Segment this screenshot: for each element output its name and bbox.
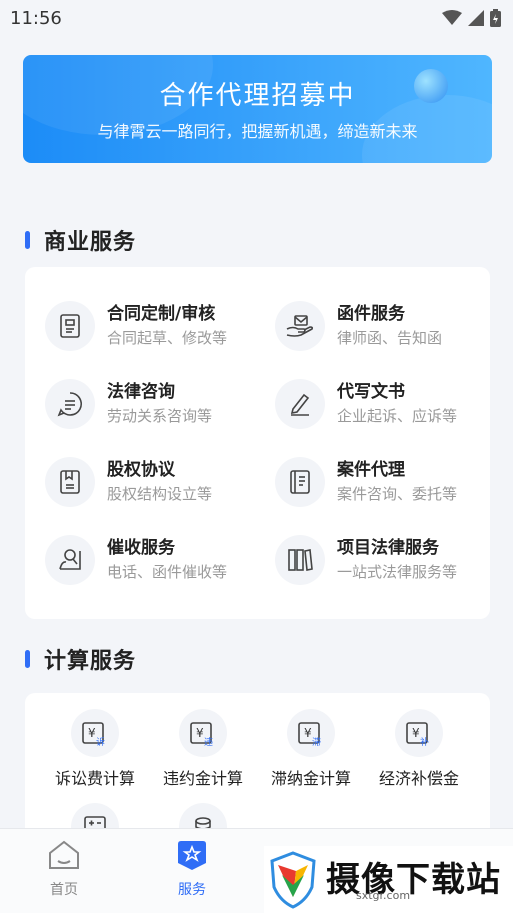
service-writing[interactable]: 代写文书 企业起诉、应诉等 bbox=[275, 376, 495, 432]
section-title: 计算服务 bbox=[44, 649, 137, 674]
service-desc: 电话、函件催收等 bbox=[107, 563, 228, 581]
service-title: 代写文书 bbox=[337, 382, 405, 402]
home-icon bbox=[49, 840, 79, 869]
compensation-calc-icon: ¥ 补 bbox=[395, 709, 443, 757]
wifi-icon bbox=[442, 10, 462, 25]
svg-text:¥: ¥ bbox=[304, 726, 312, 740]
svg-text:滞: 滞 bbox=[312, 737, 321, 746]
service-title: 案件代理 bbox=[337, 460, 405, 480]
contract-doc-icon bbox=[45, 301, 95, 351]
section-accent-bar bbox=[25, 650, 30, 668]
agreement-doc-icon bbox=[45, 457, 95, 507]
chat-bubble-icon bbox=[45, 379, 95, 429]
service-desc: 合同起草、修改等 bbox=[107, 329, 228, 347]
service-desc: 劳动关系咨询等 bbox=[107, 407, 213, 425]
nav-label: 首页 bbox=[50, 882, 78, 898]
service-desc: 股权结构设立等 bbox=[107, 485, 213, 503]
calc-label: 滞纳金计算 bbox=[270, 769, 351, 788]
calc-penalty[interactable]: ¥ 违 违约金计算 bbox=[149, 709, 257, 789]
hand-letter-icon bbox=[275, 301, 325, 351]
service-project[interactable]: 项目法律服务 一站式法律服务等 bbox=[275, 532, 495, 588]
nav-service[interactable]: 服务 bbox=[152, 839, 232, 899]
status-bar: 11:56 bbox=[0, 0, 513, 36]
section-business-header: 商业服务 bbox=[25, 224, 136, 256]
service-equity[interactable]: 股权协议 股权结构设立等 bbox=[45, 454, 265, 510]
service-desc: 律师函、告知函 bbox=[337, 329, 443, 347]
service-collection[interactable]: 催收服务 电话、函件催收等 bbox=[45, 532, 265, 588]
calc-label: 违约金计算 bbox=[162, 769, 243, 788]
pen-icon bbox=[275, 379, 325, 429]
status-icons bbox=[442, 9, 501, 27]
calc-label: 诉讼费计算 bbox=[54, 769, 135, 788]
svg-text:¥: ¥ bbox=[412, 726, 420, 740]
watermark-url: sxtgr.com bbox=[356, 889, 411, 902]
nav-label: 服务 bbox=[178, 882, 206, 898]
service-title: 项目法律服务 bbox=[337, 538, 439, 558]
watermark-text: 摄像下载站 bbox=[326, 859, 501, 900]
calc-late-fee[interactable]: ¥ 滞 滞纳金计算 bbox=[257, 709, 365, 789]
service-case[interactable]: 案件代理 案件咨询、委托等 bbox=[275, 454, 495, 510]
late-fee-calc-icon: ¥ 滞 bbox=[287, 709, 335, 757]
svg-text:违: 违 bbox=[204, 737, 213, 746]
penalty-calc-icon: ¥ 违 bbox=[179, 709, 227, 757]
service-title: 合同定制/审核 bbox=[107, 304, 216, 324]
person-phone-icon bbox=[45, 535, 95, 585]
watermark: 摄像下载站 bbox=[264, 846, 513, 913]
service-desc: 案件咨询、委托等 bbox=[337, 485, 458, 503]
service-title: 函件服务 bbox=[337, 304, 405, 324]
svg-text:诉: 诉 bbox=[96, 736, 105, 746]
service-contract[interactable]: 合同定制/审核 合同起草、修改等 bbox=[45, 298, 265, 354]
watermark-logo-icon bbox=[270, 850, 316, 909]
service-title: 催收服务 bbox=[107, 538, 175, 558]
service-consult[interactable]: 法律咨询 劳动关系咨询等 bbox=[45, 376, 265, 432]
service-desc: 一站式法律服务等 bbox=[337, 563, 458, 581]
books-icon bbox=[275, 535, 325, 585]
case-book-icon bbox=[275, 457, 325, 507]
banner-title: 合作代理招募中 bbox=[159, 81, 356, 111]
service-title: 法律咨询 bbox=[107, 382, 175, 402]
service-star-icon bbox=[178, 841, 206, 870]
service-letter[interactable]: 函件服务 律师函、告知函 bbox=[275, 298, 495, 354]
svg-text:¥: ¥ bbox=[88, 726, 96, 740]
section-accent-bar bbox=[25, 231, 30, 249]
agent-recruit-banner[interactable]: 合作代理招募中 与律霄云一路同行，把握新机遇，缔造新未来 bbox=[23, 55, 492, 163]
calc-label: 经济补偿金 bbox=[378, 769, 459, 788]
signal-icon bbox=[468, 10, 484, 26]
status-time: 11:56 bbox=[10, 7, 62, 29]
svg-text:补: 补 bbox=[420, 736, 429, 746]
banner-subtitle: 与律霄云一路同行，把握新机遇，缔造新未来 bbox=[97, 122, 418, 141]
service-title: 股权协议 bbox=[107, 460, 175, 480]
service-desc: 企业起诉、应诉等 bbox=[337, 407, 458, 425]
litigation-calc-icon: ¥ 诉 bbox=[71, 709, 119, 757]
section-title: 商业服务 bbox=[44, 230, 137, 255]
calc-litigation-fee[interactable]: ¥ 诉 诉讼费计算 bbox=[41, 709, 149, 789]
nav-home[interactable]: 首页 bbox=[24, 839, 104, 899]
battery-icon bbox=[490, 9, 501, 27]
svg-text:¥: ¥ bbox=[196, 726, 204, 740]
business-services-card: 合同定制/审核 合同起草、修改等 函件服务 律师函、告知函 法律咨询 劳动关系咨… bbox=[25, 267, 490, 619]
calc-compensation[interactable]: ¥ 补 经济补偿金 bbox=[365, 709, 473, 789]
section-calc-header: 计算服务 bbox=[25, 643, 136, 675]
